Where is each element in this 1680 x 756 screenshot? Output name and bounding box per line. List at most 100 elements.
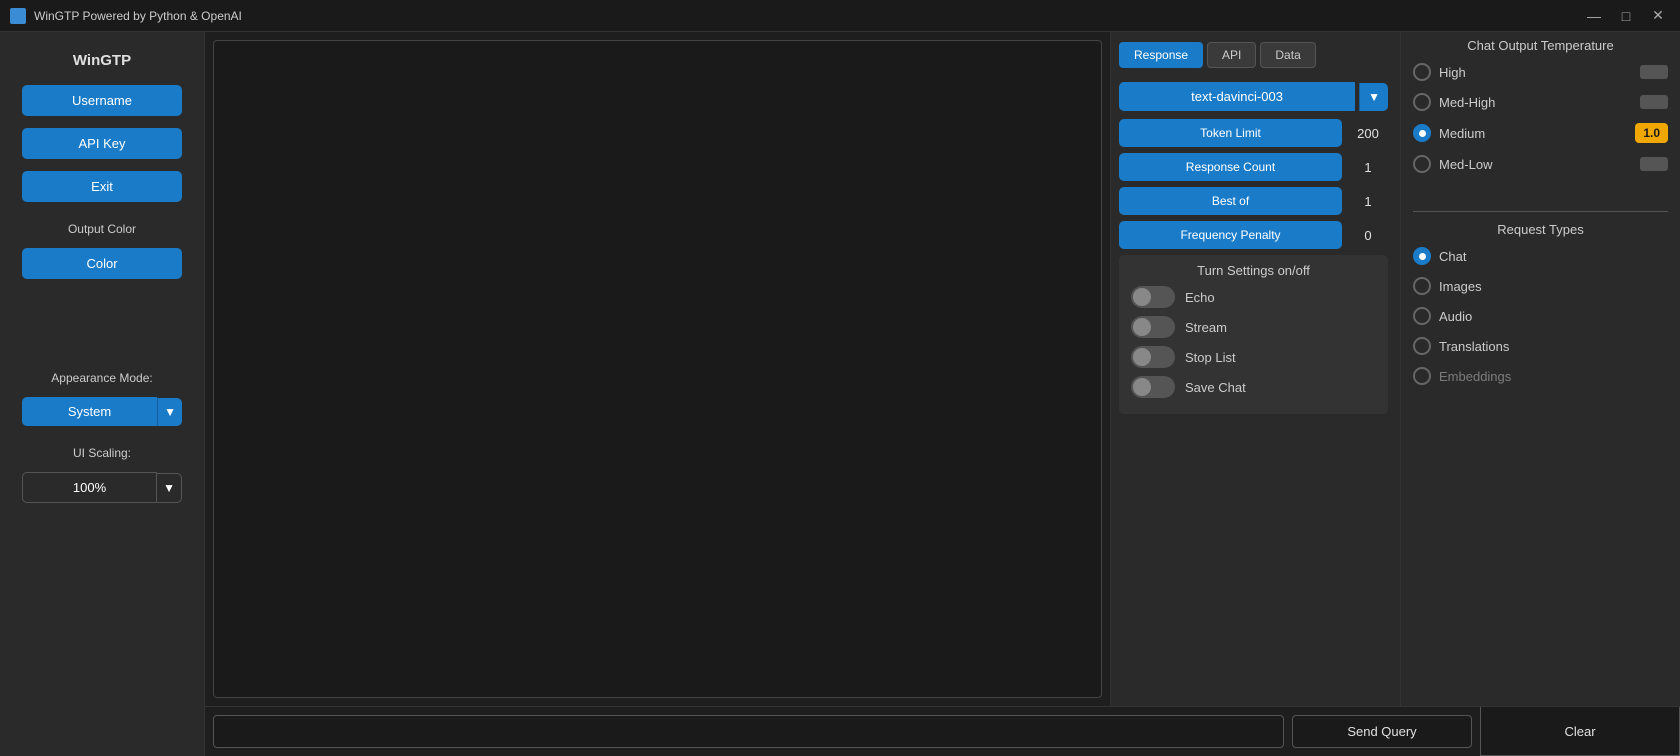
output-area — [213, 40, 1102, 698]
req-label-0: Chat — [1439, 249, 1466, 264]
req-option-row-4: Embeddings — [1413, 367, 1668, 385]
param-value-2: 1 — [1348, 194, 1388, 209]
tab-api[interactable]: API — [1207, 42, 1256, 68]
req-label-2: Audio — [1439, 309, 1472, 324]
temp-radio-high[interactable] — [1413, 63, 1431, 81]
ui-scaling-arrow[interactable]: ▼ — [157, 473, 182, 503]
api-key-button[interactable]: API Key — [22, 128, 182, 159]
output-color-label: Output Color — [68, 222, 136, 236]
ui-scaling-select[interactable]: 100% — [22, 472, 157, 503]
sidebar-title: WinGTP — [73, 52, 131, 69]
titlebar: WinGTP Powered by Python & OpenAI — □ ✕ — [0, 0, 1680, 32]
param-label-1[interactable]: Response Count — [1119, 153, 1342, 181]
param-row-0: Token Limit 200 — [1119, 119, 1388, 147]
req-radio-images[interactable] — [1413, 277, 1431, 295]
upper-area: Response API Data text-davinci-003 ▼ — [205, 32, 1680, 706]
toggle-switch-stream[interactable] — [1131, 316, 1175, 338]
param-label-2[interactable]: Best of — [1119, 187, 1342, 215]
request-types-title: Request Types — [1413, 222, 1668, 237]
req-radio-audio[interactable] — [1413, 307, 1431, 325]
temperature-section: Chat Output Temperature High Med-High Medi… — [1413, 38, 1668, 185]
app-icon — [10, 8, 26, 24]
toggle-label-0: Echo — [1185, 290, 1215, 305]
req-label-1: Images — [1439, 279, 1482, 294]
temp-radio-medlow[interactable] — [1413, 155, 1431, 173]
appearance-mode-label: Appearance Mode: — [51, 371, 152, 385]
param-label-0[interactable]: Token Limit — [1119, 119, 1342, 147]
maximize-button[interactable]: □ — [1614, 4, 1638, 28]
toggle-switch-stop-list[interactable] — [1131, 346, 1175, 368]
req-option-row-1: Images — [1413, 277, 1668, 295]
temp-label-3: Med-Low — [1439, 157, 1492, 172]
toggles-list: Echo Stream Stop List Save Chat — [1131, 286, 1376, 398]
toggle-row-0: Echo — [1131, 286, 1376, 308]
close-button[interactable]: ✕ — [1646, 4, 1670, 28]
temp-radio-medhigh[interactable] — [1413, 93, 1431, 111]
temp-request-wrapper: Chat Output Temperature High Med-High Medi… — [1401, 32, 1680, 706]
center-panel — [205, 32, 1110, 706]
right-top: Response API Data text-davinci-003 ▼ — [1111, 32, 1680, 706]
req-label-4: Embeddings — [1439, 369, 1511, 384]
sidebar: WinGTP Username API Key Exit Output Colo… — [0, 32, 205, 756]
request-type-options: Chat Images Audio Translations Embeddings — [1413, 247, 1668, 385]
model-select[interactable]: text-davinci-003 — [1119, 82, 1355, 111]
tab-data[interactable]: Data — [1260, 42, 1315, 68]
temp-option-row-0: High — [1413, 63, 1668, 81]
param-row-1: Response Count 1 — [1119, 153, 1388, 181]
exit-button[interactable]: Exit — [22, 171, 182, 202]
param-row-2: Best of 1 — [1119, 187, 1388, 215]
send-query-button[interactable]: Send Query — [1292, 715, 1472, 748]
param-value-0: 200 — [1348, 126, 1388, 141]
main-layout: WinGTP Username API Key Exit Output Colo… — [0, 32, 1680, 756]
ui-scaling-row: 100% ▼ — [22, 472, 182, 503]
temp-label-0: High — [1439, 65, 1466, 80]
color-button[interactable]: Color — [22, 248, 182, 279]
param-row-3: Frequency Penalty0 — [1119, 221, 1388, 249]
temperature-title: Chat Output Temperature — [1413, 38, 1668, 53]
toggle-row-3: Save Chat — [1131, 376, 1376, 398]
req-radio-translations[interactable] — [1413, 337, 1431, 355]
username-button[interactable]: Username — [22, 85, 182, 116]
appearance-mode-row: System ▼ — [22, 397, 182, 426]
temperature-options: High Med-High Medium 1.0 Med-Low — [1413, 63, 1668, 173]
appearance-mode-arrow[interactable]: ▼ — [157, 398, 182, 426]
toggle-switch-save-chat[interactable] — [1131, 376, 1175, 398]
temp-option-row-2: Medium 1.0 — [1413, 123, 1668, 143]
temp-label-2: Medium — [1439, 126, 1485, 141]
param-label-3[interactable]: Frequency Penalty — [1119, 221, 1342, 249]
toggle-row-1: Stream — [1131, 316, 1376, 338]
bottom-right: Clear — [1480, 707, 1680, 756]
divider — [1413, 211, 1668, 212]
toggle-switch-echo[interactable] — [1131, 286, 1175, 308]
temp-label-1: Med-High — [1439, 95, 1495, 110]
temp-slider-track-3 — [1640, 157, 1668, 171]
temp-radio-medium[interactable] — [1413, 124, 1431, 142]
titlebar-left: WinGTP Powered by Python & OpenAI — [10, 8, 242, 24]
clear-button[interactable]: Clear — [1480, 707, 1680, 756]
tab-response[interactable]: Response — [1119, 42, 1203, 68]
right-panel: Response API Data text-davinci-003 ▼ — [1110, 32, 1680, 706]
params-list: Token Limit 200 Response Count 1 Best of 1 Fre… — [1119, 119, 1388, 249]
req-radio-chat[interactable] — [1413, 247, 1431, 265]
query-input[interactable] — [213, 715, 1284, 748]
toggle-label-1: Stream — [1185, 320, 1227, 335]
model-arrow[interactable]: ▼ — [1359, 83, 1388, 111]
appearance-mode-select[interactable]: System — [22, 397, 157, 426]
toggle-label-2: Stop List — [1185, 350, 1236, 365]
temp-value-badge: 1.0 — [1635, 123, 1668, 143]
titlebar-controls: — □ ✕ — [1582, 4, 1670, 28]
settings-wrapper: Response API Data text-davinci-003 ▼ — [1111, 32, 1401, 706]
param-value-1: 1 — [1348, 160, 1388, 175]
req-radio-embeddings[interactable] — [1413, 367, 1431, 385]
bottom-left: Send Query — [205, 707, 1480, 756]
temp-option-row-1: Med-High — [1413, 93, 1668, 111]
req-option-row-3: Translations — [1413, 337, 1668, 355]
tabs-row: Response API Data — [1119, 38, 1392, 72]
titlebar-title: WinGTP Powered by Python & OpenAI — [34, 9, 242, 23]
settings-content: text-davinci-003 ▼ Token Limit 200 Respons… — [1119, 82, 1392, 700]
minimize-button[interactable]: — — [1582, 4, 1606, 28]
temp-slider-track-1 — [1640, 95, 1668, 109]
temp-slider-track-0 — [1640, 65, 1668, 79]
toggle-row-2: Stop List — [1131, 346, 1376, 368]
bottom-bar: Send Query Clear — [205, 706, 1680, 756]
